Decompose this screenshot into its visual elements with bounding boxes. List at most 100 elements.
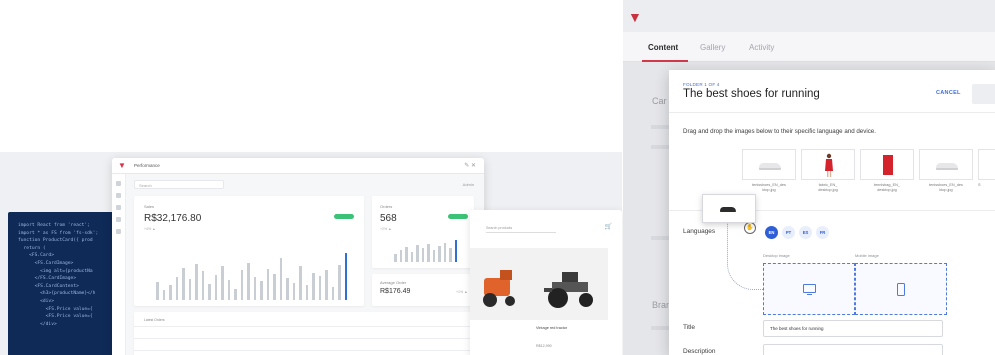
image-thumbnail[interactable]: [860, 149, 914, 180]
lawnmower-icon: [483, 270, 515, 307]
chart-bar: [286, 278, 289, 300]
chart-bar: [188, 279, 191, 300]
title-input[interactable]: The best shoes for running: [763, 320, 943, 337]
status-badge: [334, 214, 354, 219]
image-thumbnail[interactable]: [742, 149, 796, 180]
dashboard-topbar: ▼ Performance ✎ ✕: [112, 158, 484, 174]
nav-home-icon[interactable]: [116, 181, 121, 186]
chart-bar: [399, 250, 402, 262]
chart-bar: [344, 253, 347, 300]
mobile-dropzone[interactable]: [855, 263, 947, 315]
orders-delta: +2% ▲: [380, 227, 392, 231]
nav-settings-icon[interactable]: [116, 229, 121, 234]
image-filename: fabric_EN_ desktop.jpg: [818, 183, 838, 192]
dragged-image[interactable]: [702, 194, 756, 223]
instruction-text: Drag and drop the images below to their …: [683, 128, 876, 135]
average-value: R$176.49: [380, 288, 411, 295]
description-input[interactable]: [763, 344, 943, 355]
nav-users-icon[interactable]: [116, 217, 121, 222]
save-button[interactable]: [972, 84, 995, 104]
chart-bar: [273, 274, 276, 300]
product-card[interactable]: [536, 248, 608, 320]
chart-bar: [240, 269, 243, 300]
title-label: Title: [683, 324, 696, 331]
image-thumbnail[interactable]: [919, 149, 973, 180]
chart-bar: [279, 258, 282, 300]
shop-search-input[interactable]: Search products: [486, 226, 556, 233]
chart-bar: [331, 287, 334, 300]
tab-gallery[interactable]: Gallery: [700, 43, 725, 52]
product-card[interactable]: [470, 248, 542, 320]
sales-value: R$32,176.80: [144, 213, 202, 224]
app-topbar: ▼: [623, 0, 995, 32]
status-badge: [448, 214, 468, 219]
dashboard-window: ▼ Performance ✎ ✕ Search Admin Sales R$3…: [112, 158, 484, 355]
brand-logo-icon[interactable]: ▼: [628, 9, 642, 25]
table-row[interactable]: [134, 338, 474, 339]
chart-bar: [175, 276, 178, 300]
table-header: Latest Orders: [144, 318, 165, 322]
list-item[interactable]: [651, 145, 671, 149]
product-name: Vintage red tractor: [536, 326, 568, 330]
chart-bar: [438, 246, 441, 262]
chart-bar: [454, 239, 457, 262]
skirt-icon: [883, 155, 893, 175]
chart-bar: [247, 262, 250, 300]
chart-bar: [266, 268, 269, 300]
desktop-icon: [803, 284, 816, 293]
user-menu[interactable]: Admin: [463, 182, 474, 187]
chart-bar: [432, 249, 435, 262]
image-thumbnail[interactable]: [801, 149, 855, 180]
language-es[interactable]: ES: [799, 226, 812, 239]
chart-bar: [299, 266, 302, 300]
chart-bar: [195, 263, 198, 300]
dress-icon: [825, 153, 833, 177]
list-item[interactable]: [651, 125, 671, 129]
cart-icon[interactable]: 🛒: [605, 223, 612, 230]
image-filename: tenisshoes_EN_des ktop.jpg: [752, 183, 786, 192]
desktop-stand: [807, 294, 812, 295]
desktop-image-label: Desktop image: [763, 253, 790, 258]
cancel-button[interactable]: CANCEL: [936, 90, 961, 96]
chart-bar: [292, 282, 295, 300]
tab-content[interactable]: Content: [648, 43, 678, 52]
description-label: Description: [683, 348, 716, 355]
language-fr[interactable]: FR: [816, 226, 829, 239]
dashboard-search-input[interactable]: Search: [134, 180, 224, 189]
mobile-icon: [897, 283, 905, 296]
shoe-icon: [936, 163, 958, 170]
nav-orders-icon[interactable]: [116, 193, 121, 198]
chart-bar: [221, 265, 224, 300]
nav-products-icon[interactable]: [116, 205, 121, 210]
sales-delta: +4% ▲: [144, 227, 156, 231]
language-pt[interactable]: PT: [782, 226, 795, 239]
chart-bar: [162, 289, 165, 300]
image-filename: S: [978, 183, 981, 187]
settings-icon[interactable]: ✎ ✕: [464, 162, 476, 169]
table-row[interactable]: [134, 326, 474, 327]
image-thumbnail[interactable]: [978, 149, 995, 180]
list-item[interactable]: [651, 326, 671, 330]
chart-bar: [405, 246, 408, 262]
tab-activity[interactable]: Activity: [749, 43, 774, 52]
chart-bar: [394, 254, 397, 262]
shop-window: Search products 🛒 Vintage red tractor R$…: [470, 210, 622, 355]
chart-bar: [338, 264, 341, 300]
orders-label: Orders: [380, 204, 393, 209]
sales-bar-chart: [156, 248, 356, 300]
desktop-dropzone[interactable]: [763, 263, 855, 315]
product-price: R$12,990: [536, 344, 552, 348]
chart-bar: [312, 272, 315, 300]
shoe-icon: [720, 207, 736, 212]
chart-bar: [169, 285, 172, 300]
average-label: Average Order: [380, 280, 407, 285]
table-row[interactable]: [134, 350, 474, 351]
image-filename: tennisbag_EN_ desktop.jpg: [874, 183, 900, 192]
shoe-icon: [759, 163, 781, 170]
list-item[interactable]: [651, 236, 671, 240]
image-filename: tenisshoes_EN_des ktop.jpg: [929, 183, 963, 192]
chart-bar: [305, 285, 308, 300]
chart-bar: [182, 267, 185, 300]
chart-bar: [201, 271, 204, 300]
chart-bar: [214, 275, 217, 300]
